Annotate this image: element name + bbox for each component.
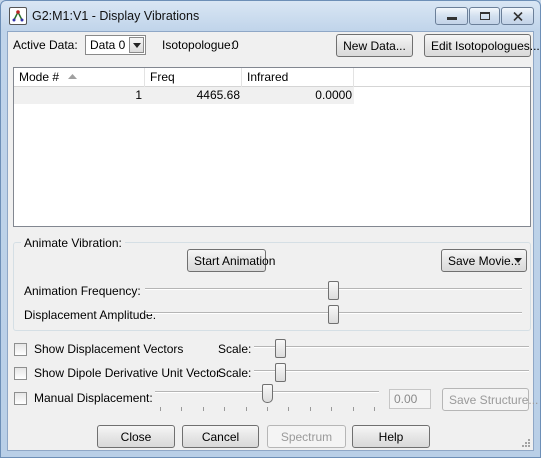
start-animation-button[interactable]: Start Animation: [187, 249, 275, 272]
vectors-scale-slider[interactable]: [254, 338, 529, 360]
cell-freq: 4465.68: [196, 88, 240, 102]
slider-tick: [181, 407, 182, 411]
resize-grip-icon[interactable]: [520, 437, 530, 447]
title-bar[interactable]: G2:M1:V1 - Display Vibrations: [1, 1, 540, 31]
slider-tick: [203, 407, 204, 411]
displacement-amplitude-label: Displacement Amplitude:: [24, 308, 157, 322]
slider-track: [254, 370, 529, 372]
slider-thumb[interactable]: [262, 384, 273, 403]
slider-tick: [267, 407, 268, 411]
column-header-mode[interactable]: Mode #: [14, 68, 145, 87]
vibrations-table[interactable]: Mode # Freq Infrared 1 4465.68 0.0000: [13, 67, 531, 227]
dialog-body: Active Data: Data 0 Isotopologue: 0 New …: [7, 31, 540, 451]
animate-vibration-label: Animate Vibration:: [21, 236, 125, 250]
isotopologue-value: 0: [232, 38, 239, 52]
edit-isotopologues-button[interactable]: Edit Isotopologues...: [424, 34, 540, 57]
column-header-label: Mode #: [19, 70, 60, 84]
chevron-down-icon: [133, 43, 141, 48]
slider-tick: [353, 407, 354, 411]
close-window-button[interactable]: [501, 7, 534, 25]
dipole-scale-slider[interactable]: [254, 362, 529, 384]
slider-thumb[interactable]: [275, 363, 286, 382]
animation-frequency-label: Animation Frequency:: [24, 284, 141, 298]
save-movie-label: Save Movie...: [448, 254, 521, 268]
save-movie-button[interactable]: Save Movie...: [441, 249, 527, 272]
column-header-label: Infrared: [247, 70, 289, 84]
cancel-button[interactable]: Cancel: [182, 425, 259, 448]
new-data-button[interactable]: New Data...: [336, 34, 413, 57]
active-data-select[interactable]: Data 0: [85, 35, 146, 55]
active-data-value: Data 0: [90, 38, 126, 52]
slider-thumb[interactable]: [275, 339, 286, 358]
cell-infrared: 0.0000: [315, 88, 352, 102]
animation-frequency-slider[interactable]: [145, 280, 522, 302]
window-title: G2:M1:V1 - Display Vibrations: [32, 9, 200, 23]
spectrum-button[interactable]: Spectrum: [267, 425, 346, 448]
show-displacement-vectors-checkbox[interactable]: [14, 343, 27, 356]
dropdown-button[interactable]: [129, 37, 144, 53]
manual-displacement-slider[interactable]: [155, 383, 379, 413]
save-structure-button[interactable]: Save Structure...: [442, 388, 538, 411]
slider-thumb[interactable]: [328, 281, 339, 300]
maximize-icon: [480, 12, 490, 20]
show-displacement-vectors-label: Show Displacement Vectors: [34, 342, 184, 356]
cell-mode: 1: [135, 88, 142, 102]
slider-tick: [310, 407, 311, 411]
vectors-scale-label: Scale:: [218, 342, 252, 356]
manual-displacement-value[interactable]: 0.00: [389, 389, 431, 409]
slider-thumb[interactable]: [328, 305, 339, 324]
sort-ascending-icon: [68, 74, 77, 79]
show-dipole-vector-checkbox[interactable]: [14, 367, 27, 380]
minimize-icon: [447, 17, 457, 20]
active-data-label: Active Data:: [13, 38, 78, 52]
slider-tick: [246, 407, 247, 411]
slider-tick: [160, 407, 161, 411]
minimize-button[interactable]: [435, 7, 468, 25]
slider-tick: [224, 407, 225, 411]
displacement-amplitude-slider[interactable]: [145, 304, 522, 326]
manual-displacement-label: Manual Displacement:: [34, 391, 153, 405]
maximize-button[interactable]: [469, 7, 500, 25]
column-header-label: Freq: [150, 70, 175, 84]
table-header: Mode # Freq Infrared: [14, 68, 530, 87]
slider-track: [254, 346, 529, 348]
column-header-freq[interactable]: Freq: [145, 68, 242, 87]
app-icon: [9, 7, 27, 25]
close-button[interactable]: Close: [97, 425, 175, 448]
slider-tick: [331, 407, 332, 411]
column-header-infrared[interactable]: Infrared: [242, 68, 354, 87]
manual-displacement-checkbox[interactable]: [14, 392, 27, 405]
dropdown-arrow-icon: [514, 258, 522, 263]
slider-tick: [288, 407, 289, 411]
help-button[interactable]: Help: [352, 425, 430, 448]
close-icon: [513, 12, 523, 21]
dipole-scale-label: Scale:: [218, 366, 252, 380]
slider-tick: [374, 407, 375, 411]
isotopologue-label: Isotopologue:: [162, 38, 235, 52]
display-vibrations-window: G2:M1:V1 - Display Vibrations Active Dat…: [0, 0, 541, 458]
table-row[interactable]: 1 4465.68 0.0000: [14, 87, 354, 104]
show-dipole-vector-label: Show Dipole Derivative Unit Vector: [34, 366, 221, 380]
